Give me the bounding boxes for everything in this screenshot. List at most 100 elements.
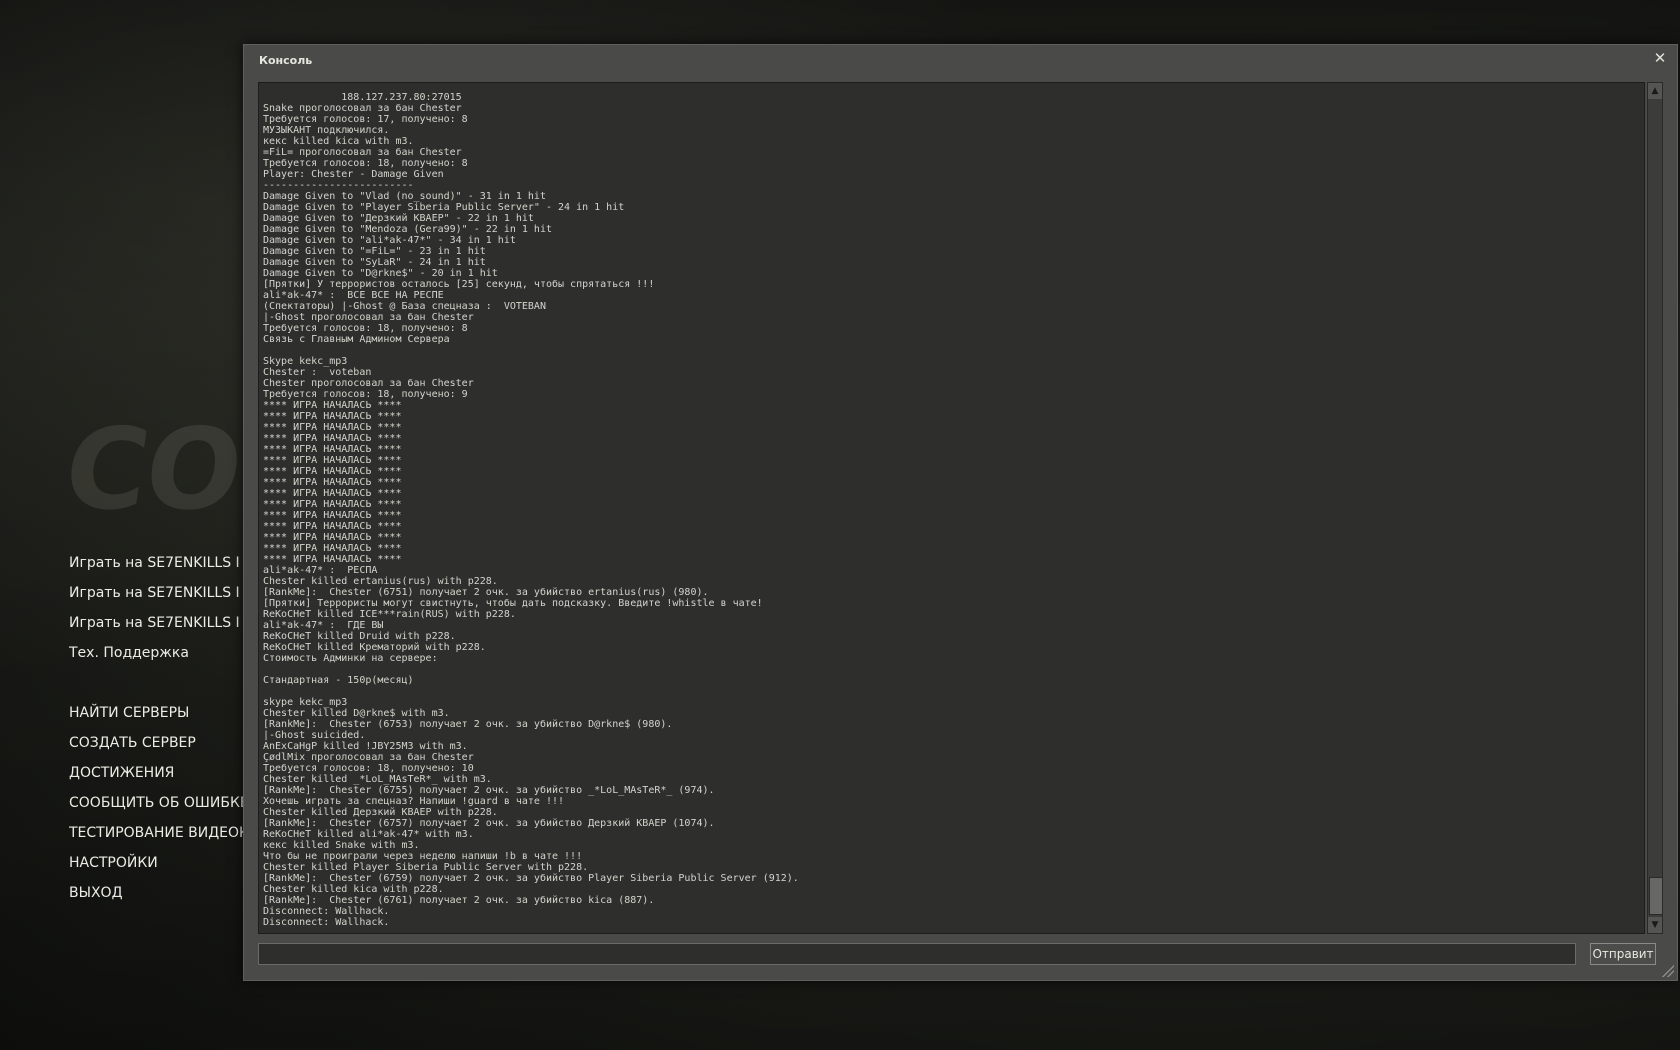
console-line: кекс killed Snake with m3. <box>263 840 420 851</box>
console-line: Damage Given to "Player Siberia Public S… <box>263 202 625 213</box>
console-line: **** ИГРА НАЧАЛАСЬ **** <box>263 433 402 444</box>
console-line: AnExCaHgP killed !JBY25M3 with m3. <box>263 741 468 752</box>
console-line: ali*ak-47* : РЕСПА <box>263 565 378 576</box>
console-line: Требуется голосов: 18, получено: 8 <box>263 323 468 334</box>
console-line: |-Ghost проголосовал за бан Chester <box>263 312 474 323</box>
console-line: Требуется голосов: 18, получено: 8 <box>263 158 468 169</box>
console-line: Стандартная - 150р(месяц) <box>263 675 414 686</box>
console-line: Требуется голосов: 17, получено: 8 <box>263 114 468 125</box>
console-line: **** ИГРА НАЧАЛАСЬ **** <box>263 422 402 433</box>
scroll-up-arrow-icon[interactable]: ▲ <box>1648 83 1662 99</box>
console-line: Damage Given to "Vlad (no_sound)" - 31 i… <box>263 191 546 202</box>
send-button[interactable]: Отправит <box>1590 943 1656 965</box>
console-line: Skype kekc_mp3 <box>263 356 348 367</box>
console-line: Damage Given to "=FiL=" - 23 in 1 hit <box>263 246 486 257</box>
menu-item[interactable]: НАСТРОЙКИ <box>69 848 249 878</box>
console-line: [RankMe]: Chester (6755) получает 2 очк.… <box>263 785 715 796</box>
console-line: [RankMe]: Chester (6761) получает 2 очк.… <box>263 895 655 906</box>
menu-item[interactable]: ВЫХОД <box>69 878 249 908</box>
console-line: ali*ak-47* : ВСЕ ВСЕ НА РЕСПЕ <box>263 290 444 301</box>
resize-grip-icon[interactable] <box>1662 965 1674 977</box>
console-line: **** ИГРА НАЧАЛАСЬ **** <box>263 499 402 510</box>
console-line: **** ИГРА НАЧАЛАСЬ **** <box>263 510 402 521</box>
console-line: [Прятки] Террористы могут свистнуть, что… <box>263 598 763 609</box>
console-line: Disconnect: Wallhack. <box>263 906 390 917</box>
console-line: Chester killed kica with p228. <box>263 884 444 895</box>
console-line: кекс killed kica with m3. <box>263 136 414 147</box>
console-line: Требуется голосов: 18, получено: 10 <box>263 763 474 774</box>
console-line: Хочешь играть за спецназ? Напиши !guard … <box>263 796 565 807</box>
console-line: Damage Given to "D@rkne$" - 20 in 1 hit <box>263 268 498 279</box>
console-line: Damage Given to "ali*ak-47*" - 34 in 1 h… <box>263 235 516 246</box>
console-line: Snake проголосовал за бан Chester <box>263 103 462 114</box>
menu-item[interactable]: Играть на SE7ENKILLS I <box>69 548 249 578</box>
menu-item[interactable]: СОЗДАТЬ СЕРВЕР <box>69 728 249 758</box>
console-title: Консоль <box>259 54 313 67</box>
console-window: Консоль ✕ 188.127.237.80:27015 Snake прог… <box>243 44 1678 981</box>
console-line: ReKoCHeT killed ICE***rain(RUS) with p22… <box>263 609 516 620</box>
console-line: ÇødlMix проголосовал за бан Chester <box>263 752 474 763</box>
main-menu: Играть на SE7ENKILLS I Играть на SE7ENKIL… <box>69 548 249 908</box>
menu-item[interactable]: Тех. Поддержка <box>69 638 249 668</box>
menu-item[interactable]: НАЙТИ СЕРВЕРЫ <box>69 698 249 728</box>
console-line: Chester killed D@rkne$ with m3. <box>263 708 450 719</box>
console-line: Player: Chester - Damage Given <box>263 169 444 180</box>
console-line: Стоимость Админки на сервере: <box>263 653 438 664</box>
menu-item[interactable]: ТЕСТИРОВАНИЕ ВИДЕОКА <box>69 818 249 848</box>
console-line: Chester killed _*LoL_MAsTeR*_ with m3. <box>263 774 492 785</box>
scrollbar-thumb[interactable] <box>1649 877 1663 915</box>
console-line: **** ИГРА НАЧАЛАСЬ **** <box>263 543 402 554</box>
console-line: (Спектаторы) |-Ghost @ База спецназа : V… <box>263 301 546 312</box>
menu-item[interactable]: Играть на SE7ENKILLS I <box>69 578 249 608</box>
console-line: [Прятки] У террористов осталось [25] сек… <box>263 279 655 290</box>
console-line: **** ИГРА НАЧАЛАСЬ **** <box>263 455 402 466</box>
console-line: ReKoCHeT killed Крематорий with p228. <box>263 642 486 653</box>
console-line: Требуется голосов: 18, получено: 9 <box>263 389 468 400</box>
console-line: Damage Given to "Дерзкий KBAEP" - 22 in … <box>263 213 534 224</box>
menu-item[interactable]: Играть на SE7ENKILLS I <box>69 608 249 638</box>
console-line: Связь с Главным Админом Сервера <box>263 334 450 345</box>
console-line: Damage Given to "SyLaR" - 24 in 1 hit <box>263 257 486 268</box>
console-line: **** ИГРА НАЧАЛАСЬ **** <box>263 477 402 488</box>
console-line: **** ИГРА НАЧАЛАСЬ **** <box>263 554 402 565</box>
console-line: ------------------------- <box>263 180 414 191</box>
console-line: Chester : voteban <box>263 367 372 378</box>
close-icon[interactable]: ✕ <box>1651 49 1669 67</box>
console-line: Chester killed ertanius(rus) with p228. <box>263 576 498 587</box>
scroll-down-arrow-icon[interactable]: ▼ <box>1648 917 1662 933</box>
console-line: [RankMe]: Chester (6759) получает 2 очк.… <box>263 873 799 884</box>
console-line: ReKoCHeT killed ali*ak-47* with m3. <box>263 829 474 840</box>
console-line: Damage Given to "Mendoza (Gera99)" - 22 … <box>263 224 552 235</box>
console-line: Chester проголосовал за бан Chester <box>263 378 474 389</box>
console-line: ReKoCHeT killed Druid with p228. <box>263 631 456 642</box>
console-scrollbar[interactable]: ▲ ▼ <box>1647 82 1663 934</box>
console-line: **** ИГРА НАЧАЛАСЬ **** <box>263 466 402 477</box>
console-line: [RankMe]: Chester (6757) получает 2 очк.… <box>263 818 715 829</box>
console-line: Disconnect: Wallhack. <box>263 917 390 928</box>
console-line: 188.127.237.80:27015 <box>263 92 462 103</box>
console-line: |-Ghost suicided. <box>263 730 366 741</box>
menu-item[interactable]: ДОСТИЖЕНИЯ <box>69 758 249 788</box>
console-line: **** ИГРА НАЧАЛАСЬ **** <box>263 488 402 499</box>
console-line: Chester killed Player Siberia Public Ser… <box>263 862 589 873</box>
console-line: skype kekc_mp3 <box>263 697 348 708</box>
console-line: =FiL= проголосовал за бан Chester <box>263 147 462 158</box>
console-line: **** ИГРА НАЧАЛАСЬ **** <box>263 444 402 455</box>
console-line: **** ИГРА НАЧАЛАСЬ **** <box>263 532 402 543</box>
console-line: ali*ak-47* : ГДЕ ВЫ <box>263 620 384 631</box>
console-line: Chester killed Дерзкий KBAEP with p228. <box>263 807 498 818</box>
console-command-input[interactable] <box>258 943 1576 965</box>
console-line: [RankMe]: Chester (6751) получает 2 очк.… <box>263 587 709 598</box>
console-line: **** ИГРА НАЧАЛАСЬ **** <box>263 400 402 411</box>
console-line: **** ИГРА НАЧАЛАСЬ **** <box>263 521 402 532</box>
console-line: [RankMe]: Chester (6753) получает 2 очк.… <box>263 719 673 730</box>
menu-item[interactable]: СООБЩИТЬ ОБ ОШИБКЕ <box>69 788 249 818</box>
console-log: 188.127.237.80:27015 Snake проголосовал з… <box>258 82 1645 934</box>
menu-spacer <box>69 668 249 698</box>
console-line: **** ИГРА НАЧАЛАСЬ **** <box>263 411 402 422</box>
console-line: Что бы не проиграли через неделю напиши … <box>263 851 583 862</box>
console-line: МУЗЫКАНТ подключился. <box>263 125 390 136</box>
